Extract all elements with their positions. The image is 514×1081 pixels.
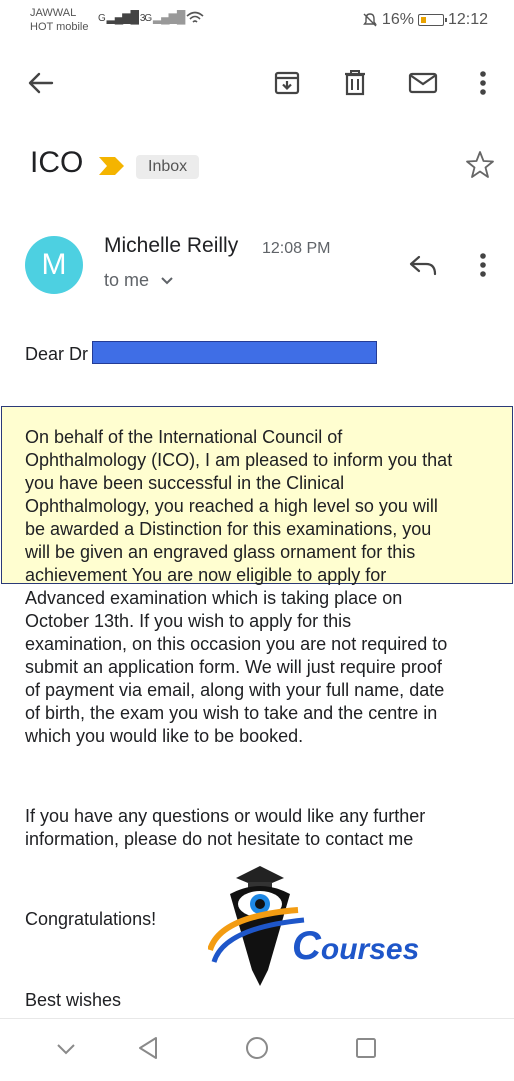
more-vert-icon [480, 71, 486, 95]
delete-button[interactable] [338, 66, 372, 100]
body-line: On behalf of the International Council o… [25, 427, 343, 447]
trash-icon [345, 70, 365, 96]
more-vert-icon [480, 253, 486, 277]
chevron-down-icon [57, 1044, 75, 1055]
battery-icon [417, 14, 447, 26]
email-subject: ICO [30, 146, 84, 179]
signal-indicators: G ▂▄▆█ 3G ▂▄▆█ [98, 10, 204, 25]
star-icon[interactable] [465, 150, 495, 180]
hide-nav-button[interactable] [52, 1037, 80, 1061]
system-nav-bar [0, 1018, 514, 1081]
body-line: submit an application form. We will just… [25, 657, 442, 677]
greeting: Dear Dr [25, 344, 89, 364]
mute-bell-icon [363, 13, 377, 27]
more-options-button[interactable] [466, 66, 500, 100]
back-button[interactable] [24, 66, 58, 100]
back-triangle-icon [139, 1037, 157, 1059]
battery-percent: 16% [381, 11, 414, 28]
nav-recents-button[interactable] [352, 1034, 380, 1062]
arrow-left-icon [28, 72, 54, 94]
body-line: be awarded a Distinction for this examin… [25, 519, 432, 539]
body-line: of birth, the exam you wish to take and … [25, 703, 438, 723]
archive-button[interactable] [270, 66, 304, 100]
home-circle-icon [246, 1037, 268, 1059]
mail-icon [408, 72, 438, 94]
body-line: examination, on this occasion you are no… [25, 634, 448, 654]
recents-square-icon [356, 1038, 376, 1058]
body-line: of payment via email, along with your fu… [25, 680, 445, 700]
recipient-details[interactable]: to me [104, 270, 174, 291]
body-line: Ophthalmology, you reached a high level … [25, 496, 438, 516]
important-marker-icon[interactable] [98, 155, 126, 177]
message-more-button[interactable] [466, 250, 500, 280]
signoff-line: Best wishes [25, 990, 122, 1010]
body-line: information, please do not hesitate to c… [25, 829, 414, 849]
avatar[interactable]: M [25, 236, 83, 294]
label-inbox[interactable]: Inbox [136, 155, 200, 179]
reply-icon [409, 255, 437, 276]
recipient-label: to me [104, 270, 150, 290]
email-time: 12:08 PM [262, 240, 331, 257]
signal-bars-icon: ▂▄▆█ [152, 10, 185, 24]
sender-name: Michelle Reilly [104, 234, 239, 257]
body-line: If you have any questions or would like … [25, 806, 426, 826]
mark-unread-button[interactable] [406, 66, 440, 100]
questions-paragraph: If you have any questions or would like … [25, 805, 425, 851]
courses-logo-text: Courses [292, 924, 419, 969]
body-paragraph: Advanced examination which is taking pla… [25, 587, 447, 748]
body-line: achievement You are now eligible to appl… [25, 565, 387, 585]
logo-letter: C [292, 924, 321, 968]
body-line: which you would like to be booked. [25, 726, 304, 746]
carrier-line-2: HOT mobile [30, 21, 89, 33]
body-line: Ophthalmology (ICO), I am pleased to inf… [25, 450, 453, 470]
wifi-icon [186, 12, 204, 23]
signal-label-1: G [98, 13, 106, 24]
signal-label-2: 3G [139, 13, 152, 24]
signal-bars-icon: ▂▄▆█ [106, 10, 139, 24]
nav-home-button[interactable] [243, 1034, 271, 1062]
nav-back-button[interactable] [134, 1033, 162, 1063]
body-line: will be given an engraved glass ornament… [25, 542, 416, 562]
carrier-name: JAWWAL HOT mobile [30, 6, 88, 34]
body-highlighted-paragraph: On behalf of the International Council o… [25, 426, 452, 587]
carrier-line-1: JAWWAL [30, 7, 77, 19]
body-line: Advanced examination which is taking pla… [25, 588, 403, 608]
congratulations-line: Congratulations! [25, 909, 157, 929]
clock: 12:12 [447, 11, 488, 28]
status-right: 16% 12:12 [362, 11, 488, 29]
body-line: you have been successful in the Clinical [25, 473, 345, 493]
chevron-down-icon [161, 277, 173, 285]
logo-word: ourses [320, 933, 420, 966]
redacted-name [92, 341, 377, 364]
reply-button[interactable] [406, 250, 440, 280]
archive-icon [274, 71, 300, 95]
body-line: October 13th. If you wish to apply for t… [25, 611, 352, 631]
